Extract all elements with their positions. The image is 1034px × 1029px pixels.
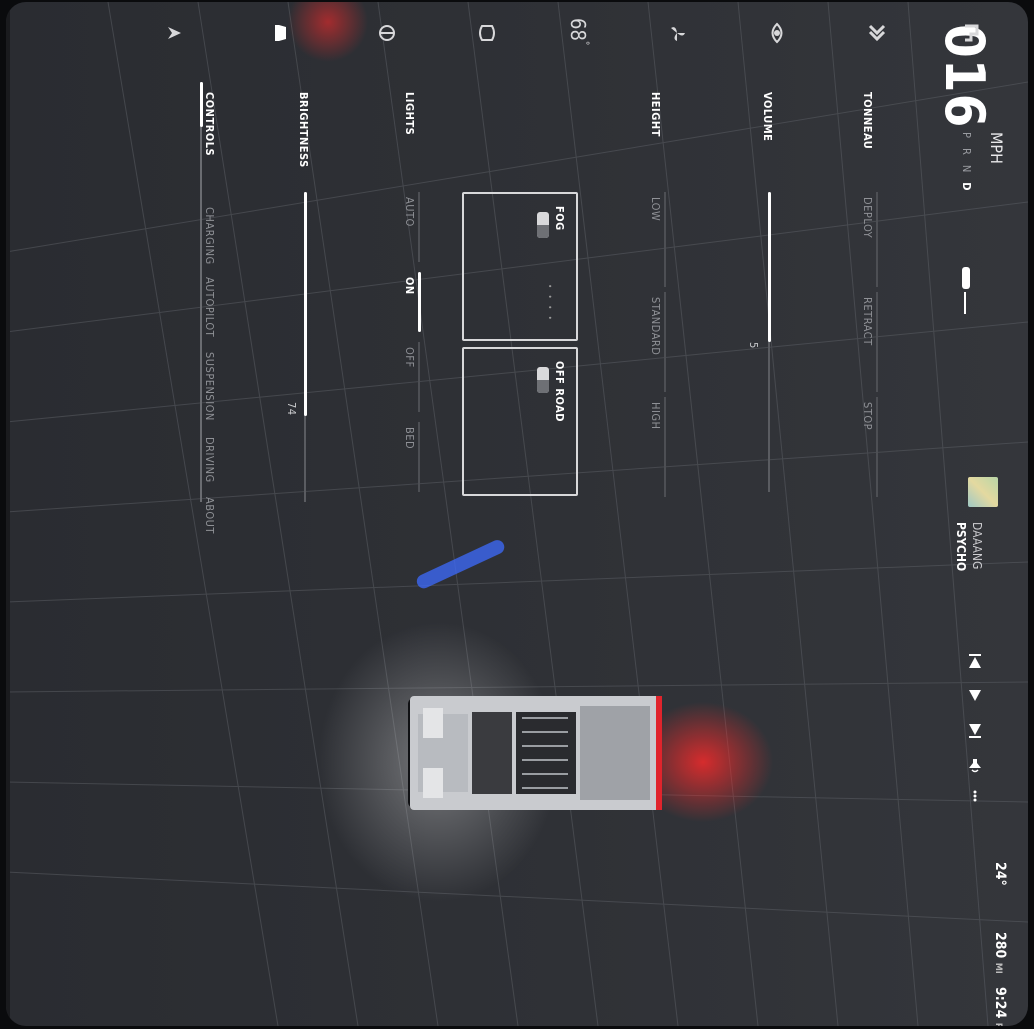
- tab-track: [200, 82, 202, 502]
- drag-handle[interactable]: [962, 267, 970, 289]
- fog-switch[interactable]: [537, 212, 549, 238]
- offroad-label: OFF ROAD: [553, 361, 566, 422]
- tonneau-retract[interactable]: RETRACT: [861, 297, 874, 346]
- track-title: PSYCHO: [954, 522, 968, 572]
- height-standard[interactable]: STANDARD: [649, 297, 662, 355]
- album-art[interactable]: [968, 477, 998, 507]
- headlight-icon[interactable]: [376, 22, 398, 44]
- gear-selector[interactable]: PRND: [960, 132, 973, 200]
- lights-on[interactable]: ON: [403, 277, 416, 295]
- sidebar: 68°: [6, 2, 1028, 62]
- volume-label: VOLUME: [761, 92, 774, 142]
- tab-controls[interactable]: CONTROLS: [203, 92, 216, 156]
- seat-heat-icon[interactable]: [866, 22, 888, 44]
- cabin-temperature[interactable]: 68°: [566, 18, 590, 45]
- height-high[interactable]: HIGH: [649, 402, 662, 429]
- tonneau-label: TONNEAU: [861, 92, 874, 150]
- tab-suspension[interactable]: SUSPENSION: [203, 352, 216, 421]
- fog-dots: • • • •: [545, 284, 554, 322]
- camera-icon[interactable]: [766, 22, 788, 44]
- lights-bed[interactable]: BED: [403, 427, 416, 449]
- display-screen: 016 MPH PRND 24° 280 MI 9:24 PM CONTROLS…: [6, 2, 1028, 1026]
- fan-icon[interactable]: [666, 22, 688, 44]
- offroad-switch[interactable]: [537, 367, 549, 393]
- height-low[interactable]: LOW: [649, 197, 662, 221]
- clock: 9:24 PM: [992, 987, 1008, 1026]
- lights-selected-bar: [418, 272, 421, 332]
- volume-value: 5: [747, 342, 760, 349]
- track-artist: DAAANG: [970, 522, 984, 570]
- car-icon[interactable]: [271, 22, 293, 44]
- tab-autopilot[interactable]: AUTOPILOT: [203, 277, 216, 337]
- speed-unit: MPH: [987, 132, 1006, 164]
- outside-temp: 24°: [992, 862, 1008, 886]
- ground-grid: [6, 2, 1028, 1026]
- tab-about[interactable]: ABOUT: [203, 497, 216, 534]
- rotated-ui: 016 MPH PRND 24° 280 MI 9:24 PM CONTROLS…: [6, 2, 1028, 1026]
- navigate-icon[interactable]: [165, 24, 183, 42]
- tonneau-stop[interactable]: STOP: [861, 402, 874, 430]
- tonneau-deploy[interactable]: DEPLOY: [861, 197, 874, 238]
- previous-track-icon[interactable]: [967, 652, 983, 670]
- lights-label: LIGHTS: [403, 92, 416, 136]
- brightness-value: 74: [285, 402, 298, 416]
- tab-charging[interactable]: CHARGING: [203, 207, 216, 265]
- defrost-icon[interactable]: [476, 22, 498, 44]
- tab-indicator: [200, 82, 203, 127]
- next-track-icon[interactable]: [967, 722, 983, 740]
- gear-p[interactable]: P: [960, 132, 973, 148]
- tab-bar: CONTROLS CHARGING AUTOPILOT SUSPENSION D…: [194, 92, 216, 534]
- tab-driving[interactable]: DRIVING: [203, 437, 216, 483]
- lights-auto[interactable]: AUTO: [403, 197, 416, 227]
- range-readout: 280 MI: [992, 932, 1008, 974]
- fog-toggle-card[interactable]: FOG • • • •: [462, 192, 578, 341]
- vehicle-model: [398, 688, 668, 818]
- more-options-icon[interactable]: [967, 789, 983, 803]
- gear-d[interactable]: D: [960, 182, 973, 200]
- gear-n[interactable]: N: [960, 165, 973, 182]
- gear-r[interactable]: R: [960, 148, 973, 165]
- lights-off[interactable]: OFF: [403, 347, 416, 368]
- brightness-label: BRIGHTNESS: [297, 92, 310, 168]
- volume-icon[interactable]: [967, 757, 983, 775]
- fog-label: FOG: [553, 206, 566, 231]
- brightness-fill: [304, 192, 307, 416]
- play-icon[interactable]: [967, 687, 983, 703]
- speed-readout: 016: [933, 24, 996, 464]
- volume-fill: [768, 192, 771, 342]
- height-label: HEIGHT: [649, 92, 662, 137]
- apps-icon[interactable]: [961, 22, 983, 44]
- offroad-toggle-card[interactable]: OFF ROAD: [462, 347, 578, 496]
